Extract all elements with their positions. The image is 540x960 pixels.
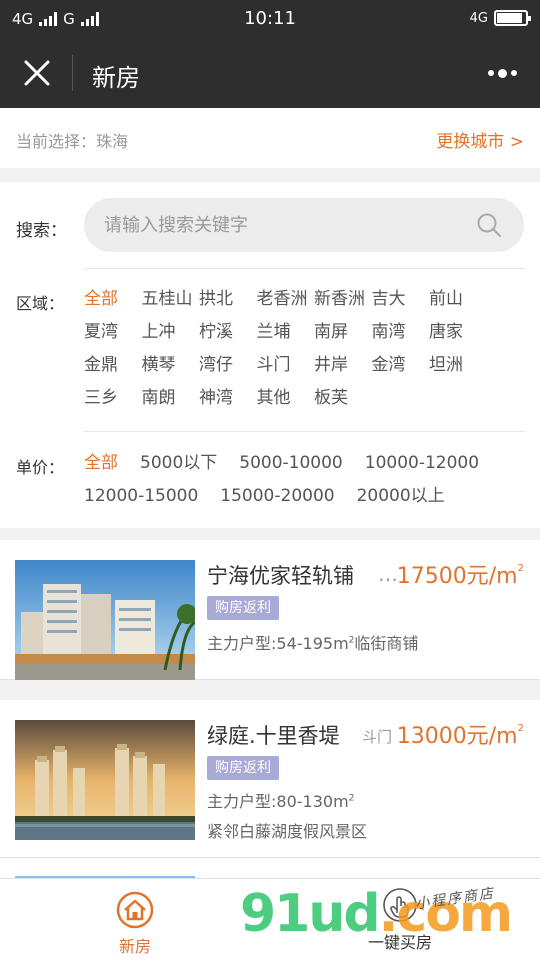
nav-bar: 新房 bbox=[0, 38, 540, 108]
more-icon[interactable] bbox=[488, 64, 520, 82]
city-bar: 当前选择：珠海 更换城市 > bbox=[0, 108, 540, 168]
layout-sup: 2 bbox=[348, 793, 355, 804]
divider bbox=[84, 431, 525, 432]
area-option[interactable]: 夏湾 bbox=[84, 321, 142, 343]
area-option[interactable]: 坦洲 bbox=[429, 354, 487, 376]
clock: 10:11 bbox=[244, 8, 296, 29]
property-image bbox=[15, 560, 195, 680]
status-bar: 4G G 10:11 4G bbox=[0, 0, 540, 38]
area-option[interactable]: 井岸 bbox=[314, 354, 372, 376]
area-option[interactable]: 全部 bbox=[84, 288, 142, 310]
area-option[interactable]: 兰埔 bbox=[257, 321, 315, 343]
price-option[interactable]: 5000-10000 bbox=[239, 452, 342, 474]
status-right: 4G bbox=[469, 10, 531, 26]
area-option[interactable]: 前山 bbox=[429, 288, 487, 310]
area-option[interactable]: 南屏 bbox=[314, 321, 372, 343]
area-options: 全部 五桂山 拱北 老香洲 新香洲 吉大 前山夏湾 上冲 柠溪 兰埔 南屏 南湾 唐家金鼎 横琴 湾仔 斗门井… bbox=[84, 288, 524, 409]
area-option[interactable]: 柠溪 bbox=[199, 321, 257, 343]
search-box bbox=[84, 198, 524, 252]
rebate-badge: 购房返利 bbox=[207, 756, 279, 780]
price-option[interactable]: 10000-12000 bbox=[365, 452, 479, 474]
price-option[interactable]: 12000-15000 bbox=[84, 485, 198, 507]
network-type-label-3: 4G bbox=[469, 10, 488, 26]
search-input[interactable] bbox=[104, 198, 464, 252]
layout-text: 主力户型:80-130m bbox=[207, 792, 349, 811]
property-image bbox=[15, 720, 195, 840]
divider bbox=[84, 268, 525, 269]
area-option[interactable]: 南湾 bbox=[372, 321, 430, 343]
area-option[interactable]: 唐家 bbox=[429, 321, 487, 343]
area-option[interactable]: 新香洲 bbox=[314, 288, 372, 310]
area-option[interactable]: 横琴 bbox=[142, 354, 200, 376]
search-icon[interactable] bbox=[476, 212, 502, 238]
area-option[interactable]: 其他 bbox=[257, 387, 315, 409]
listing-item[interactable]: 宁海优家轻轨铺 … 17500元/m2 购房返利 主力户型:54-195m2临街… bbox=[0, 540, 540, 680]
area-option[interactable]: 五桂山 bbox=[142, 288, 200, 310]
layout-text: 主力户型:54-195m bbox=[207, 634, 349, 653]
tab-new-home-label: 新房 bbox=[118, 937, 151, 956]
nav-divider bbox=[72, 55, 73, 91]
tab-buy-home-label: 一键买房 bbox=[367, 933, 432, 952]
layout-tail: 临街商铺 bbox=[354, 634, 419, 653]
area-option[interactable]: 拱北 bbox=[199, 288, 257, 310]
listing-price: 17500元/m2 bbox=[397, 558, 524, 590]
area-option[interactable]: 板芙 bbox=[314, 387, 372, 409]
listing-district: … bbox=[378, 562, 398, 586]
battery-icon bbox=[494, 10, 531, 26]
tab-buy-home[interactable]: 一键买房 bbox=[360, 879, 440, 960]
area-option[interactable]: 老香洲 bbox=[257, 288, 315, 310]
listing-price: 13000元/m2 bbox=[397, 718, 524, 750]
area-option[interactable]: 金湾 bbox=[372, 354, 430, 376]
search-label: 搜索： bbox=[16, 221, 67, 241]
area-option[interactable]: 南朗 bbox=[142, 387, 200, 409]
area-option[interactable]: 金鼎 bbox=[84, 354, 142, 376]
area-option[interactable]: 湾仔 bbox=[199, 354, 257, 376]
listing-item[interactable]: 绿庭.十里香堤 斗门 13000元/m2 购房返利 主力户型:80-130m2 … bbox=[0, 700, 540, 858]
current-city: 当前选择：珠海 bbox=[16, 132, 129, 151]
price-label: 单价： bbox=[16, 458, 65, 477]
page-title: 新房 bbox=[92, 64, 140, 92]
close-icon[interactable] bbox=[22, 58, 52, 88]
price-option[interactable]: 全部 bbox=[84, 452, 118, 474]
change-city-link[interactable]: 更换城市 > bbox=[436, 127, 524, 152]
price-option[interactable]: 5000以下 bbox=[140, 452, 217, 474]
listing-layout: 主力户型:80-130m2 bbox=[207, 788, 354, 812]
area-option[interactable]: 吉大 bbox=[372, 288, 430, 310]
price-option[interactable]: 15000-20000 bbox=[220, 485, 334, 507]
listing-district: 斗门 bbox=[362, 728, 393, 746]
price-option[interactable]: 20000以上 bbox=[357, 485, 445, 507]
filter-panel: 搜索： 区域： 全部五桂山拱北老香洲新香洲吉大前山夏湾上冲柠溪兰埔南屏南湾唐家金… bbox=[0, 182, 540, 528]
listing-name: 宁海优家轻轨铺 bbox=[207, 564, 354, 588]
price-value: 13000元/m bbox=[396, 724, 518, 749]
tab-new-home[interactable]: 新房 bbox=[100, 879, 170, 960]
price-unit-sup: 2 bbox=[517, 562, 524, 574]
listing-description: 紧邻白藤湖度假风景区 bbox=[207, 822, 368, 841]
price-value: 17500元/m bbox=[396, 564, 518, 589]
listing-name: 绿庭.十里香堤 bbox=[207, 724, 340, 748]
area-option[interactable]: 上冲 bbox=[142, 321, 200, 343]
area-option[interactable]: 三乡 bbox=[84, 387, 142, 409]
price-unit-sup: 2 bbox=[517, 722, 524, 734]
area-option[interactable]: 神湾 bbox=[199, 387, 257, 409]
price-options: 全部 5000以下 5000-10000 10000-12000 12000-15000… bbox=[84, 452, 524, 507]
battery-fill bbox=[497, 13, 523, 23]
tap-hand-icon bbox=[383, 888, 417, 922]
home-icon bbox=[116, 891, 154, 929]
rebate-badge: 购房返利 bbox=[207, 596, 279, 620]
area-label: 区域： bbox=[16, 294, 65, 313]
tab-bar: 新房 一键买房 bbox=[0, 878, 540, 960]
listing-layout: 主力户型:54-195m2临街商铺 bbox=[207, 630, 418, 654]
area-option[interactable]: 斗门 bbox=[257, 354, 315, 376]
